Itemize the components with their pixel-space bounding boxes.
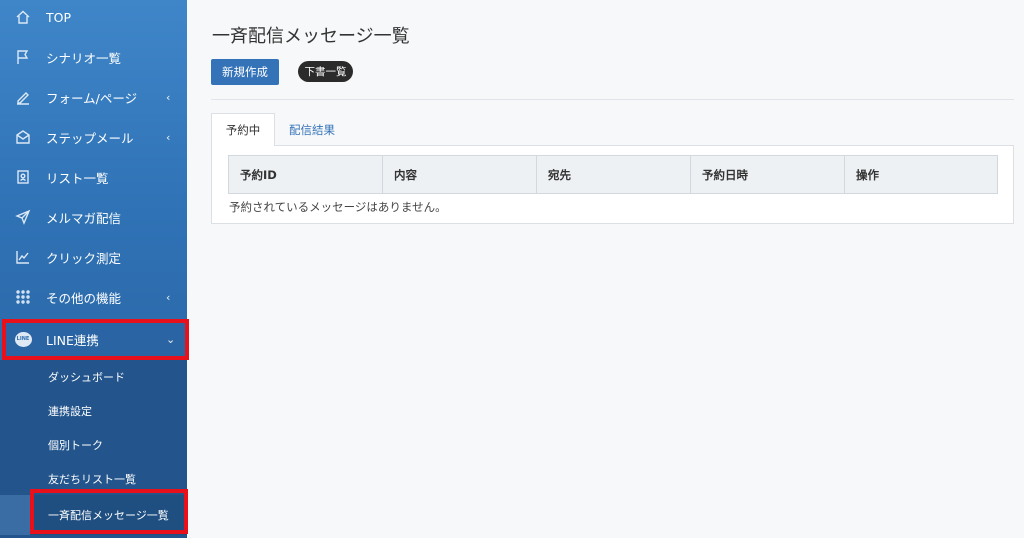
send-icon xyxy=(14,208,32,226)
new-button[interactable]: 新規作成 xyxy=(211,59,279,85)
empty-message: 予約されているメッセージはありません。 xyxy=(229,200,447,214)
submenu-item-individual-talk[interactable]: 個別トーク xyxy=(48,437,103,453)
chevron-left-icon: ‹ xyxy=(166,290,171,304)
highlight-box xyxy=(30,489,188,534)
chevron-left-icon: ‹ xyxy=(166,130,171,144)
submenu-item-dashboard[interactable]: ダッシュボード xyxy=(48,369,125,385)
sidebar-item-label: LINE連携 xyxy=(46,332,99,348)
mail-icon xyxy=(14,128,32,146)
home-icon xyxy=(14,8,32,26)
sidebar-item-other[interactable]: その他の機能 ‹ xyxy=(0,277,187,317)
sidebar-item-label: TOP xyxy=(46,9,72,25)
tab-scheduled[interactable]: 予約中 xyxy=(211,113,275,146)
chevron-left-icon: ‹ xyxy=(166,90,171,104)
column-header: 操作 xyxy=(856,167,879,182)
table-header: 予約ID 内容 宛先 予約日時 操作 xyxy=(228,155,998,194)
sidebar-item-label: フォーム/ページ xyxy=(46,90,138,106)
sidebar-item-label: リスト一覧 xyxy=(46,170,109,186)
column-header: 宛先 xyxy=(537,156,691,193)
contact-icon xyxy=(14,168,32,186)
sidebar-item-mail-magazine[interactable]: メルマガ配信 xyxy=(0,197,187,237)
tab-results[interactable]: 配信結果 xyxy=(289,122,335,138)
chart-icon xyxy=(14,248,32,266)
sidebar-item-click-measure[interactable]: クリック測定 xyxy=(0,237,187,277)
sidebar-item-step-mail[interactable]: ステップメール ‹ xyxy=(0,117,187,157)
sidebar: TOP シナリオ一覧 フォーム/ページ ‹ ステップメール ‹ リスト一覧 メル… xyxy=(0,0,189,538)
sidebar-item-label: その他の機能 xyxy=(46,290,122,306)
column-header: 予約ID xyxy=(229,156,383,193)
submenu-item-link-settings[interactable]: 連携設定 xyxy=(48,403,92,419)
column-header: 内容 xyxy=(383,156,537,193)
sidebar-item-list[interactable]: リスト一覧 xyxy=(0,157,187,197)
sidebar-item-label: メルマガ配信 xyxy=(46,210,122,226)
page-title: 一斉配信メッセージ一覧 xyxy=(212,26,410,47)
sidebar-item-line[interactable]: LINE LINE連携 ⌄ xyxy=(0,319,187,359)
sidebar-item-top[interactable]: TOP xyxy=(0,0,187,37)
chevron-down-icon: ⌄ xyxy=(166,332,176,346)
sidebar-item-scenario[interactable]: シナリオ一覧 xyxy=(0,37,187,77)
sidebar-item-label: シナリオ一覧 xyxy=(46,50,122,66)
draft-list-button[interactable]: 下書一覧 xyxy=(298,61,353,82)
sidebar-item-form-page[interactable]: フォーム/ページ ‹ xyxy=(0,77,187,117)
divider xyxy=(211,99,1014,100)
pen-icon xyxy=(14,88,32,106)
line-badge: LINE xyxy=(14,331,32,347)
grid-icon xyxy=(14,288,32,306)
active-item-marker xyxy=(0,495,30,535)
column-header: 予約日時 xyxy=(691,156,845,193)
flag-icon xyxy=(14,48,32,66)
submenu-item-friend-list[interactable]: 友だちリスト一覧 xyxy=(48,471,136,487)
line-icon: LINE xyxy=(14,330,32,348)
sidebar-item-label: ステップメール xyxy=(46,130,134,146)
sidebar-item-label: クリック測定 xyxy=(46,250,122,266)
